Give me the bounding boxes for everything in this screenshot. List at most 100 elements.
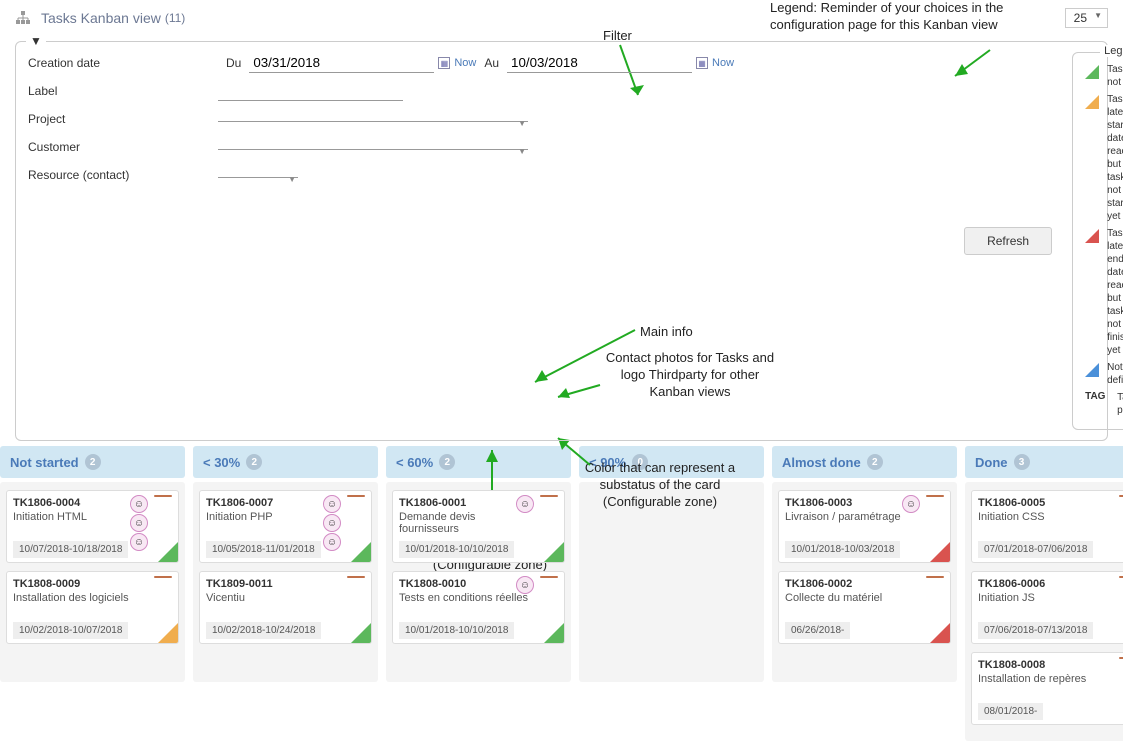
legend-late-end: Tasks late: end date reached but tasks n…: [1107, 227, 1123, 357]
avatar-stack: ☺: [902, 495, 920, 513]
filter-icon: ▼: [26, 34, 46, 48]
refresh-button[interactable]: Refresh: [964, 227, 1052, 255]
calendar-icon[interactable]: ▦: [696, 57, 708, 69]
card-label: Initiation PHP: [206, 511, 337, 523]
count-badge: 2: [246, 454, 262, 470]
filter-label-resource: Resource (contact): [28, 168, 218, 182]
kanban-column: < 90%0: [579, 446, 764, 741]
kanban-card[interactable]: ☺☺☺TK1806-0004Initiation HTML10/07/2018-…: [6, 490, 179, 563]
avatar: ☺: [516, 495, 534, 513]
column-body: [579, 482, 764, 682]
avatar: ☺: [130, 533, 148, 551]
count-badge: 0: [632, 454, 648, 470]
kanban-card[interactable]: TK1808-0008Installation de repères08/01/…: [971, 652, 1123, 725]
avatar-stack: ☺☺☺: [323, 495, 341, 551]
kanban-column: Not started2☺☺☺TK1806-0004Initiation HTM…: [0, 446, 185, 741]
filter-box: ▼ Creation date Du ▦ Now Au ▦ Now Label …: [15, 41, 1108, 441]
drag-handle-icon[interactable]: [154, 495, 172, 497]
avatar: ☺: [902, 495, 920, 513]
status-triangle-icon: [158, 623, 178, 643]
card-label: Vicentiu: [206, 592, 337, 604]
kanban-card[interactable]: TK1808-0009 Installation des logiciels 10/…: [6, 571, 179, 644]
date-from-input[interactable]: [249, 53, 434, 73]
card-label: Installation de repères: [978, 673, 1109, 685]
card-ref: TK1809-0011: [206, 578, 337, 590]
drag-handle-icon[interactable]: [926, 576, 944, 578]
kanban-column: Almost done2 ☺TK1806-0003Livraison / para…: [772, 446, 957, 741]
count-badge: 2: [867, 454, 883, 470]
column-header[interactable]: Not started2: [0, 446, 185, 478]
drag-handle-icon[interactable]: [1119, 576, 1123, 578]
legend-task-period: Task period: [1117, 391, 1123, 417]
status-triangle-icon: [158, 542, 178, 562]
card-tag: 10/02/2018-10/07/2018: [13, 622, 128, 639]
avatar-stack: ☺: [516, 495, 534, 513]
drag-handle-icon[interactable]: [347, 495, 365, 497]
card-tag: 07/01/2018-07/06/2018: [978, 541, 1093, 558]
card-tag: 10/02/2018-10/24/2018: [206, 622, 321, 639]
kanban-card[interactable]: ☺TK1808-0010Tests en conditions réelles1…: [392, 571, 565, 644]
avatar-stack: ☺: [516, 576, 534, 594]
column-body: TK1806-0005Initiation CSS07/01/2018-07/0…: [965, 482, 1123, 741]
kanban-card[interactable]: TK1809-0011 Vicentiu 10/02/2018-10/24/2018: [199, 571, 372, 644]
drag-handle-icon[interactable]: [154, 576, 172, 578]
now-link-from[interactable]: Now: [454, 57, 476, 69]
org-icon: [15, 10, 31, 26]
column-header[interactable]: < 60%2: [386, 446, 571, 478]
card-ref: TK1808-0009: [13, 578, 144, 590]
calendar-icon[interactable]: ▦: [438, 57, 450, 69]
customer-select[interactable]: [218, 145, 528, 150]
filter-label-creation: Creation date: [28, 56, 218, 70]
card-ref: TK1806-0004: [13, 497, 144, 509]
column-header[interactable]: < 30%2: [193, 446, 378, 478]
card-label: Demande devis fournisseurs: [399, 511, 530, 535]
project-select[interactable]: [218, 117, 528, 122]
now-link-to[interactable]: Now: [712, 57, 734, 69]
column-header[interactable]: < 90%0: [579, 446, 764, 478]
kanban-card[interactable]: ☺TK1806-0001Demande devis fournisseurs10…: [392, 490, 565, 563]
kanban-card[interactable]: ☺TK1806-0003Livraison / paramétrage10/01…: [778, 490, 951, 563]
kanban-card[interactable]: TK1806-0006Initiation JS07/06/2018-07/13…: [971, 571, 1123, 644]
card-label: Initiation JS: [978, 592, 1109, 604]
filter-label-customer: Customer: [28, 140, 218, 154]
legend-late-start: Tasks late: start date reached but tasks…: [1107, 93, 1123, 223]
drag-handle-icon[interactable]: [347, 576, 365, 578]
triangle-orange-icon: [1085, 95, 1099, 109]
card-tag: 10/01/2018-10/03/2018: [785, 541, 900, 558]
kanban-card[interactable]: TK1806-0005Initiation CSS07/01/2018-07/0…: [971, 490, 1123, 563]
label-input[interactable]: [218, 81, 403, 101]
kanban-card[interactable]: ☺☺☺TK1806-0007 Initiation PHP 10/05/2018-1…: [199, 490, 372, 563]
column-header[interactable]: Done3: [965, 446, 1123, 478]
date-to-input[interactable]: [507, 53, 692, 73]
card-ref: TK1808-0008: [978, 659, 1109, 671]
count-badge: 2: [85, 454, 101, 470]
triangle-red-icon: [1085, 229, 1099, 243]
drag-handle-icon[interactable]: [926, 495, 944, 497]
column-body: ☺☺☺TK1806-0007 Initiation PHP 10/05/2018-1…: [193, 482, 378, 682]
avatar: ☺: [323, 514, 341, 532]
kanban-column: < 30%2 ☺☺☺TK1806-0007 Initiation PHP 10/05/…: [193, 446, 378, 741]
legend-not-defined: Not defined: [1107, 361, 1123, 387]
card-ref: TK1806-0005: [978, 497, 1109, 509]
resource-select[interactable]: [218, 173, 298, 178]
column-title: Done: [975, 455, 1008, 470]
label-du: Du: [226, 56, 241, 70]
status-triangle-icon: [544, 623, 564, 643]
card-tag: 10/01/2018-10/10/2018: [399, 622, 514, 639]
page-size-select[interactable]: 25: [1065, 8, 1108, 28]
card-label: Collecte du matériel: [785, 592, 916, 604]
card-label: Installation des logiciels: [13, 592, 144, 604]
kanban-card[interactable]: TK1806-0002Collecte du matériel06/26/201…: [778, 571, 951, 644]
drag-handle-icon[interactable]: [1119, 657, 1123, 659]
drag-handle-icon[interactable]: [540, 576, 558, 578]
drag-handle-icon[interactable]: [540, 495, 558, 497]
avatar: ☺: [130, 495, 148, 513]
card-tag: 10/05/2018-11/01/2018: [206, 541, 321, 558]
drag-handle-icon[interactable]: [1119, 495, 1123, 497]
avatar: ☺: [323, 495, 341, 513]
status-triangle-icon: [930, 623, 950, 643]
column-header[interactable]: Almost done2: [772, 446, 957, 478]
card-ref: TK1806-0007: [206, 497, 337, 509]
card-label: Livraison / paramétrage: [785, 511, 916, 523]
kanban-column: Done3 TK1806-0005Initiation CSS07/01/2018…: [965, 446, 1123, 741]
